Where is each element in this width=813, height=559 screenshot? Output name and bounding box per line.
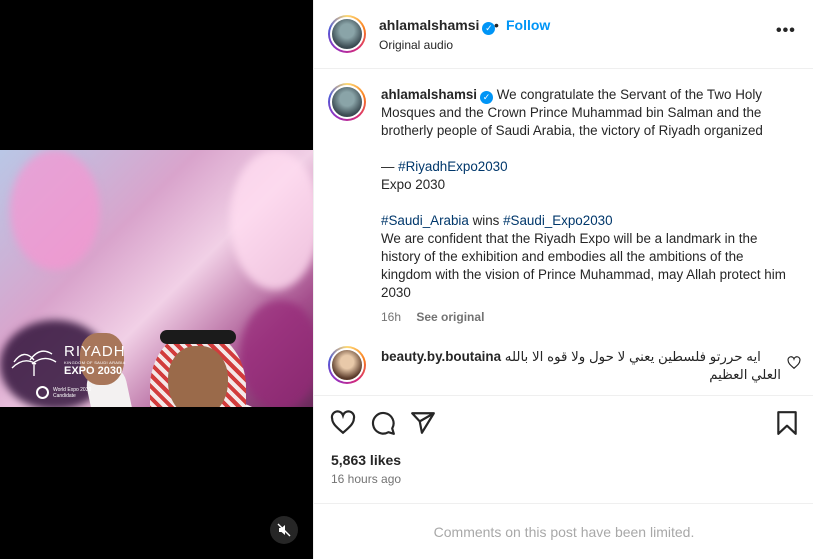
mute-button[interactable] [270,516,298,544]
comment-like-heart-icon[interactable] [787,356,801,370]
caption-body: We are confident that the Riyadh Expo wi… [381,231,786,300]
bookmark-icon[interactable] [774,410,800,436]
stage-light [10,150,100,270]
send-icon[interactable] [410,410,436,436]
candidate-label: Candidate [53,392,76,399]
follow-button[interactable]: Follow [506,17,550,33]
caption-author-avatar[interactable] [328,83,366,121]
post-timestamp[interactable]: 16 hours ago [331,472,401,486]
caption-meta: 16h See original [381,310,484,324]
action-bar [314,395,813,450]
world-expo-mark-icon [36,386,49,399]
commenter-avatar[interactable] [328,346,366,384]
caption-username[interactable]: ahlamalshamsi [381,87,477,102]
commenter-username[interactable]: beauty.by.boutaina [381,349,501,364]
post-details-panel: ahlamalshamsi ✓ • Follow Original audio •… [313,0,813,559]
post-caption: ahlamalshamsi ✓ We congratulate the Serva… [381,86,791,302]
caption-wins: wins [468,213,504,228]
speaker-muted-icon [277,523,291,537]
comment-icon[interactable] [370,410,396,436]
verified-badge-icon: ✓ [480,91,494,104]
original-audio-link[interactable]: Original audio [379,38,453,52]
world-expo-badge: World Expo 2030 Candidate [36,386,91,399]
author-avatar[interactable] [328,15,366,53]
riyadh-expo-logo: RIYADH KINGDOM OF SAUDI ARABIA EXPO 2030 [64,344,126,378]
comment-text-continued: العلي العظيم [709,367,781,382]
comments-limited-notice: Comments on this post have been limited. [314,503,813,559]
stage-light [230,150,313,290]
see-original-link[interactable]: See original [416,310,484,324]
logo-expo: EXPO 2030 [64,365,123,377]
header-separator: • [494,17,499,33]
hashtag-link[interactable]: #RiyadhExpo2030 [398,159,507,174]
logo-title: RIYADH [64,343,126,360]
comment-item: beauty.by.boutaina ايه حررتو فلسطين يعني… [381,348,781,384]
post-media[interactable]: RIYADH KINGDOM OF SAUDI ARABIA EXPO 2030… [0,0,313,559]
person-face [168,346,228,407]
author-username[interactable]: ahlamalshamsi ✓ [379,17,496,35]
caption-time: 16h [381,310,402,324]
post-photo: RIYADH KINGDOM OF SAUDI ARABIA EXPO 2030… [0,150,313,407]
heart-icon[interactable] [330,410,356,436]
author-username-text[interactable]: ahlamalshamsi [379,17,479,33]
more-options-icon[interactable]: ••• [776,23,796,39]
hashtag-link[interactable]: #Saudi_Arabia [381,213,469,228]
hashtag-link[interactable]: #Saudi_Expo2030 [503,213,612,228]
person-agal [160,330,236,344]
likes-count[interactable]: 5,863 likes [331,452,401,468]
post-header: ahlamalshamsi ✓ • Follow Original audio •… [314,0,813,69]
caption-dash: — [381,159,399,174]
stage-light [240,300,313,407]
caption-expo-line: Expo 2030 [381,177,446,192]
comment-text: ايه حررتو فلسطين يعني لا حول ولا قوه الا… [504,349,761,364]
world-expo-label: World Expo 2030 [53,386,92,393]
riyadh-palm-logo-icon [11,350,57,376]
